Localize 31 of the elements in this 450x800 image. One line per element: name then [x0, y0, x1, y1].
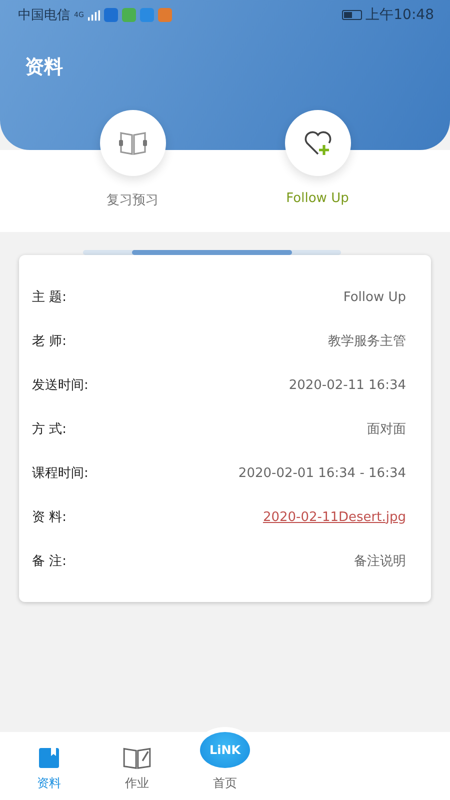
field-value: 教学服务主管: [328, 333, 406, 350]
field-value: 2020-02-11 16:34: [288, 378, 406, 392]
nav-tab[interactable]: 作业: [93, 732, 181, 800]
field-label: 发送时间:: [32, 377, 88, 394]
field-label: 主 题:: [32, 289, 67, 306]
notification-icon: [122, 8, 136, 22]
field-label: 课程时间:: [32, 465, 88, 482]
link-logo: LiNK: [200, 732, 250, 768]
bookmark-icon: [37, 746, 61, 770]
field-label: 老 师:: [32, 333, 67, 350]
nav-tab[interactable]: 资料: [5, 732, 93, 800]
carrier-name: 中国电信: [18, 7, 70, 24]
category-label[interactable]: Follow Up: [286, 191, 349, 206]
notification-icon: [140, 8, 154, 22]
notification-icon: [104, 8, 118, 22]
notification-icon: [158, 8, 172, 22]
page-title: 资料: [25, 55, 63, 80]
field-label: 备 注:: [32, 553, 67, 570]
field-value: 面对面: [367, 421, 406, 438]
field-value: 备注说明: [354, 553, 406, 570]
field-label: 方 式:: [32, 421, 67, 438]
signal-icon: [88, 10, 100, 20]
field-value: Follow Up: [343, 290, 406, 304]
battery-icon: [342, 10, 362, 20]
category-label[interactable]: 复习预习: [106, 191, 158, 209]
nav-tab[interactable]: LiNK 首页: [181, 732, 269, 800]
clock-time: 上午10:48: [366, 6, 434, 24]
field-label: 资 料:: [32, 509, 67, 526]
book-pencil-icon: [121, 746, 153, 770]
field-value: 2020-02-01 16:34 - 16:34: [238, 466, 406, 480]
file-link[interactable]: 2020-02-11Desert.jpg: [262, 510, 406, 524]
